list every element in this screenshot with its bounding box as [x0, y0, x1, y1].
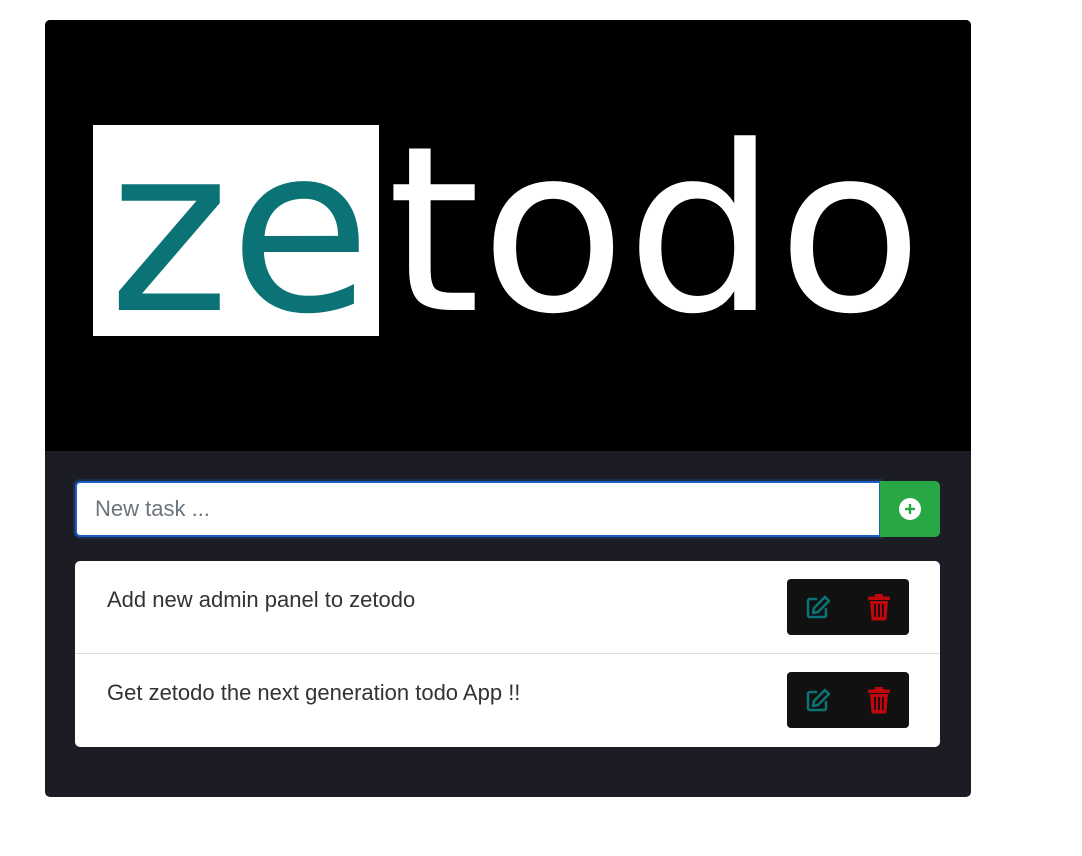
- task-actions: [787, 672, 909, 728]
- edit-task-button[interactable]: [787, 672, 848, 728]
- delete-task-button[interactable]: [848, 672, 909, 728]
- task-actions: [787, 579, 909, 635]
- logo-text-prefix: ze: [109, 98, 371, 365]
- new-task-form: [75, 481, 940, 537]
- task-text: Get zetodo the next generation todo App …: [107, 680, 521, 705]
- list-item: Get zetodo the next generation todo App …: [75, 653, 940, 747]
- task-list: Add new admin panel to zetodo Get zetodo…: [75, 561, 940, 747]
- app-card: ze todo Add new admin panel to zetodo: [45, 20, 971, 797]
- edit-task-button[interactable]: [787, 579, 848, 635]
- edit-icon: [806, 595, 830, 619]
- edit-icon: [806, 688, 830, 712]
- delete-task-button[interactable]: [848, 579, 909, 635]
- plus-circle-icon: [899, 498, 921, 520]
- task-text: Add new admin panel to zetodo: [107, 587, 416, 612]
- new-task-input[interactable]: [75, 481, 881, 537]
- logo-text-suffix: todo: [387, 98, 923, 365]
- zetodo-logo: ze todo: [109, 98, 923, 365]
- add-task-button[interactable]: [880, 481, 940, 537]
- logo-banner: ze todo: [45, 20, 971, 451]
- trash-icon: [867, 594, 890, 621]
- list-item: Add new admin panel to zetodo: [75, 561, 940, 653]
- trash-icon: [867, 687, 890, 714]
